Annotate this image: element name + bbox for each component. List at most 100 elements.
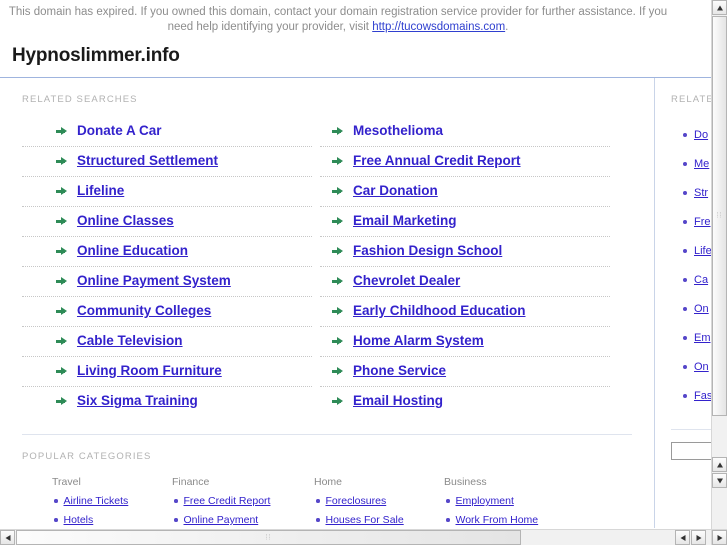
scroll-right-button[interactable] — [691, 530, 706, 545]
tucowsdomains-link[interactable]: http://tucowsdomains.com — [372, 21, 505, 33]
related-search-link[interactable]: Community Colleges — [77, 302, 211, 320]
related-search-link[interactable]: Structured Settlement — [77, 152, 218, 170]
list-item[interactable]: Hotels — [52, 511, 172, 529]
list-item[interactable]: Mesothelioma — [320, 117, 610, 147]
sidebar-related-link[interactable]: Em — [694, 330, 711, 346]
category-link[interactable]: Airline Tickets — [64, 494, 129, 508]
list-item[interactable]: Fashion Design School — [320, 237, 610, 267]
list-item[interactable]: Work From Home — [444, 511, 584, 529]
vertical-scrollbar[interactable]: ⁞⁞ — [711, 0, 727, 529]
horizontal-scrollbar[interactable]: ⁞⁞ — [0, 529, 711, 545]
list-item[interactable]: Car Donation — [320, 177, 610, 207]
related-search-link[interactable]: Online Education — [77, 242, 188, 260]
list-item[interactable]: Structured Settlement — [22, 147, 312, 177]
related-search-link[interactable]: Chevrolet Dealer — [353, 272, 460, 290]
sidebar-related-label: RELATED — [671, 94, 711, 105]
sidebar-related-link[interactable]: Life — [694, 243, 711, 259]
list-item[interactable]: Life — [655, 237, 711, 266]
list-item[interactable]: Foreclosures — [314, 492, 444, 511]
list-item[interactable]: Fre — [655, 208, 711, 237]
list-item[interactable]: On — [655, 353, 711, 382]
scroll-down-button[interactable] — [712, 473, 727, 488]
scroll-left-button[interactable] — [0, 530, 15, 545]
sidebar-related-link[interactable]: Me — [694, 156, 709, 172]
dot-bullet-icon — [683, 307, 687, 311]
list-item[interactable]: Home Alarm System — [320, 327, 610, 357]
list-item[interactable]: Lifeline — [22, 177, 312, 207]
category-link[interactable]: Online Payment — [184, 513, 259, 527]
list-item[interactable]: Online Classes — [22, 207, 312, 237]
list-item[interactable]: Community Colleges — [22, 297, 312, 327]
related-search-link[interactable]: Online Payment System — [77, 272, 231, 290]
list-item[interactable]: Airline Tickets — [52, 492, 172, 511]
related-search-link[interactable]: Living Room Furniture — [77, 362, 222, 380]
dot-bullet-icon — [683, 162, 687, 166]
category-link[interactable]: Work From Home — [456, 513, 539, 527]
list-item[interactable]: Me — [655, 150, 711, 179]
related-search-link[interactable]: Email Hosting — [353, 392, 443, 410]
sidebar-related-link[interactable]: Do — [694, 127, 708, 143]
category-link[interactable]: Employment — [456, 494, 514, 508]
list-item[interactable]: Free Annual Credit Report — [320, 147, 610, 177]
list-item[interactable]: Early Childhood Education — [320, 297, 610, 327]
related-search-link[interactable]: Mesothelioma — [353, 122, 443, 140]
list-item[interactable]: Cable Television — [22, 327, 312, 357]
dot-bullet-icon — [683, 191, 687, 195]
list-item[interactable]: Donate A Car — [22, 117, 312, 147]
arrow-bullet-icon — [56, 336, 67, 347]
sidebar-related-link[interactable]: Fre — [694, 214, 711, 230]
list-item[interactable]: On — [655, 295, 711, 324]
list-item[interactable]: Chevrolet Dealer — [320, 267, 610, 297]
sidebar-related-link[interactable]: Str — [694, 185, 708, 201]
list-item[interactable]: Online Payment System — [22, 267, 312, 297]
related-search-link[interactable]: Cable Television — [77, 332, 183, 350]
list-item[interactable]: Six Sigma Training — [22, 387, 312, 416]
related-search-link[interactable]: Email Marketing — [353, 212, 457, 230]
list-item[interactable]: Email Hosting — [320, 387, 610, 416]
list-item[interactable]: Employment — [444, 492, 584, 511]
category-link[interactable]: Foreclosures — [326, 494, 387, 508]
list-item[interactable]: Free Credit Report — [172, 492, 314, 511]
list-item[interactable]: Houses For Sale — [314, 511, 444, 529]
dot-bullet-icon — [316, 518, 320, 522]
related-search-link[interactable]: Donate A Car — [77, 122, 162, 140]
scroll-down-button-upper[interactable] — [712, 457, 727, 472]
scroll-up-button[interactable] — [712, 0, 727, 15]
list-item[interactable]: Phone Service — [320, 357, 610, 387]
sidebar-related-link[interactable]: On — [694, 301, 709, 317]
related-search-link[interactable]: Lifeline — [77, 182, 124, 200]
related-search-link[interactable]: Free Annual Credit Report — [353, 152, 521, 170]
list-item[interactable]: Do — [655, 121, 711, 150]
list-item[interactable]: Online Payment — [172, 511, 314, 529]
list-item[interactable]: Ca — [655, 266, 711, 295]
related-search-link[interactable]: Car Donation — [353, 182, 438, 200]
related-search-link[interactable]: Six Sigma Training — [77, 392, 198, 410]
related-search-link[interactable]: Fashion Design School — [353, 242, 502, 260]
sidebar-related-link[interactable]: On — [694, 359, 709, 375]
list-item[interactable]: Email Marketing — [320, 207, 610, 237]
list-item[interactable]: Fas — [655, 382, 711, 411]
vertical-scrollbar-thumb[interactable]: ⁞⁞ — [712, 16, 727, 416]
related-search-link[interactable]: Home Alarm System — [353, 332, 484, 350]
list-item[interactable]: Str — [655, 179, 711, 208]
list-item[interactable]: Online Education — [22, 237, 312, 267]
horizontal-scrollbar-thumb[interactable]: ⁞⁞ — [16, 530, 521, 545]
related-search-link[interactable]: Early Childhood Education — [353, 302, 526, 320]
sidebar-column: RELATED Do Me Str Fre Life Ca On Em On F… — [654, 78, 711, 528]
triangle-left-icon — [5, 534, 10, 541]
related-search-link[interactable]: Online Classes — [77, 212, 174, 230]
dot-bullet-icon — [683, 365, 687, 369]
sidebar-related-link[interactable]: Ca — [694, 272, 708, 288]
category-link[interactable]: Hotels — [64, 513, 94, 527]
sidebar-related-link[interactable]: Fas — [694, 388, 711, 404]
related-search-link[interactable]: Phone Service — [353, 362, 446, 380]
list-item[interactable]: Em — [655, 324, 711, 353]
scroll-right-button-inner[interactable] — [675, 530, 690, 545]
list-item[interactable]: Living Room Furniture — [22, 357, 312, 387]
category-link[interactable]: Houses For Sale — [326, 513, 404, 527]
search-input[interactable] — [671, 442, 711, 460]
category-link[interactable]: Free Credit Report — [184, 494, 271, 508]
scroll-corner-button[interactable] — [712, 530, 727, 545]
category-link-list: Free Credit Report Online Payment Credit… — [172, 492, 314, 529]
arrow-bullet-icon — [56, 366, 67, 377]
